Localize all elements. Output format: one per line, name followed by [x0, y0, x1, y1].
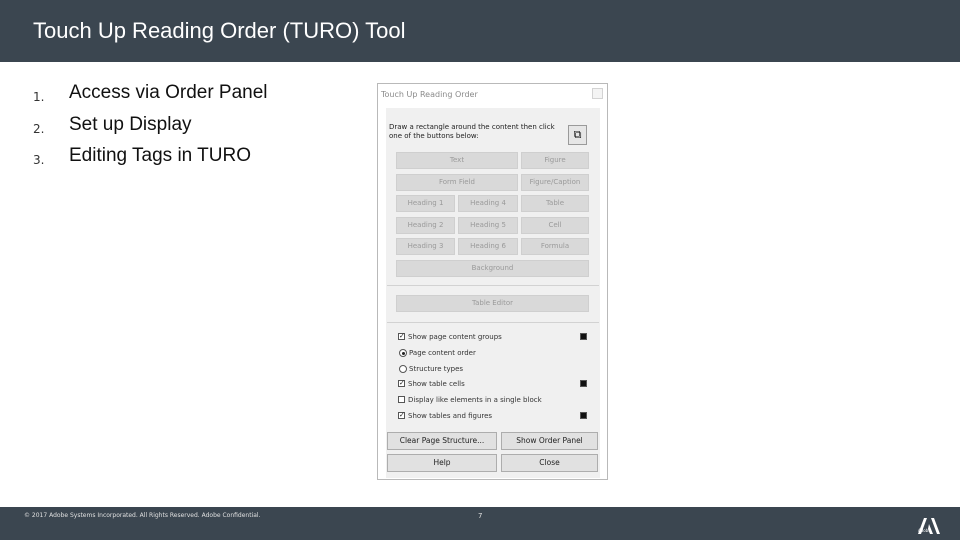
- turo-dialog: Touch Up Reading Order Draw a rectangle …: [377, 83, 608, 480]
- adobe-logo: [918, 518, 940, 534]
- option-label: Show tables and figures: [408, 412, 493, 420]
- heading-5-button[interactable]: Heading 5: [458, 217, 518, 234]
- table-editor-button[interactable]: Table Editor: [396, 295, 589, 312]
- picker-icon[interactable]: ⧉: [568, 125, 587, 145]
- heading-4-button[interactable]: Heading 4: [458, 195, 518, 212]
- cell-button[interactable]: Cell: [521, 217, 589, 234]
- cells-color-swatch[interactable]: [580, 380, 587, 387]
- close-icon[interactable]: [592, 88, 603, 99]
- formula-button[interactable]: Formula: [521, 238, 589, 255]
- show-table-cells-checkbox[interactable]: ✓: [398, 380, 405, 387]
- display-like-checkbox[interactable]: [398, 396, 405, 403]
- figure-caption-button[interactable]: Figure/Caption: [521, 174, 589, 191]
- figures-color-swatch[interactable]: [580, 412, 587, 419]
- instruction-text: Draw a rectangle around the content then…: [389, 123, 555, 140]
- show-tables-figures-checkbox[interactable]: ✓: [398, 412, 405, 419]
- list-number: 2.: [33, 122, 45, 136]
- heading-3-button[interactable]: Heading 3: [396, 238, 455, 255]
- help-button[interactable]: Help: [387, 454, 497, 472]
- show-order-panel-button[interactable]: Show Order Panel: [501, 432, 598, 450]
- dialog-title: Touch Up Reading Order: [381, 90, 478, 99]
- show-groups-checkbox[interactable]: ✓: [398, 333, 405, 340]
- text-button[interactable]: Text: [396, 152, 518, 169]
- list-number: 3.: [33, 153, 45, 167]
- option-label: Show table cells: [408, 380, 465, 388]
- table-button[interactable]: Table: [521, 195, 589, 212]
- copyright-text: © 2017 Adobe Systems Incorporated. All R…: [24, 512, 261, 519]
- option-label: Display like elements in a single block: [408, 396, 542, 404]
- list-number: 1.: [33, 90, 45, 104]
- title-bar: Touch Up Reading Order (TURO) Tool: [0, 0, 960, 62]
- heading-6-button[interactable]: Heading 6: [458, 238, 518, 255]
- page-number: 7: [478, 512, 483, 520]
- close-button[interactable]: Close: [501, 454, 598, 472]
- list-text: Set up Display: [69, 114, 192, 135]
- divider: [387, 285, 599, 286]
- footer-bar: © 2017 Adobe Systems Incorporated. All R…: [0, 507, 960, 540]
- option-label: Structure types: [409, 365, 464, 373]
- background-button[interactable]: Background: [396, 260, 589, 277]
- groups-color-swatch[interactable]: [580, 333, 587, 340]
- option-label: Page content order: [409, 349, 476, 357]
- heading-1-button[interactable]: Heading 1: [396, 195, 455, 212]
- divider: [387, 322, 599, 323]
- figure-button[interactable]: Figure: [521, 152, 589, 169]
- list-text: Access via Order Panel: [69, 82, 268, 103]
- form-field-button[interactable]: Form Field: [396, 174, 518, 191]
- structure-types-radio[interactable]: [399, 365, 407, 373]
- heading-2-button[interactable]: Heading 2: [396, 217, 455, 234]
- list-text: Editing Tags in TURO: [69, 145, 251, 166]
- logo-text: Adobe: [918, 528, 931, 533]
- clear-page-structure-button[interactable]: Clear Page Structure...: [387, 432, 497, 450]
- page-content-order-radio[interactable]: [399, 349, 407, 357]
- option-label: Show page content groups: [408, 333, 502, 341]
- slide-title: Touch Up Reading Order (TURO) Tool: [33, 18, 406, 43]
